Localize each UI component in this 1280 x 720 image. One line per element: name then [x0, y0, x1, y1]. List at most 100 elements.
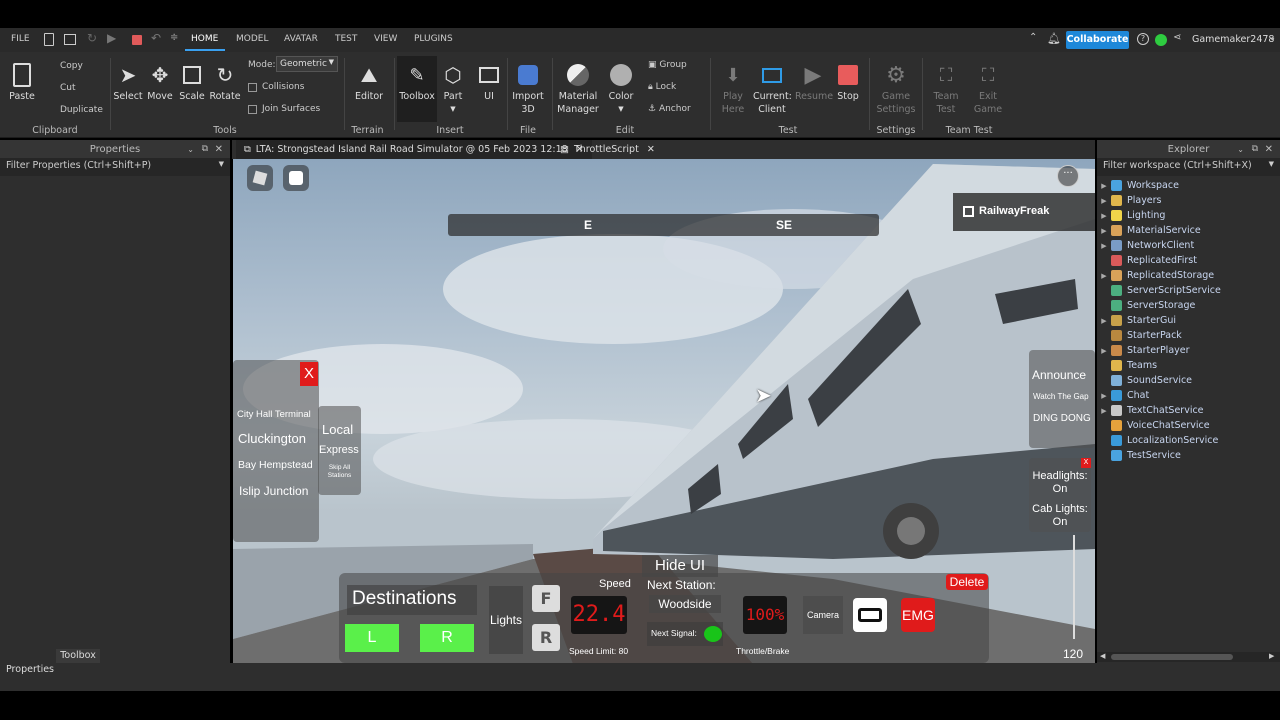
- select-button[interactable]: ➤ Select: [113, 60, 143, 103]
- cut-button[interactable]: Cut: [60, 83, 76, 93]
- tab-throttlescript[interactable]: ▤ ThrottleScript ✕: [552, 140, 663, 159]
- exit-game-button[interactable]: ⛶ Exit Game: [970, 60, 1006, 116]
- mode-dropdown[interactable]: Geometric ▼: [276, 56, 338, 72]
- undo-icon[interactable]: ↶: [151, 31, 161, 45]
- explorer-item-workspace[interactable]: ▶ Workspace: [1097, 178, 1280, 193]
- team-test-button[interactable]: ⛶ Team Test: [928, 60, 964, 116]
- close-icon[interactable]: ✕: [647, 144, 655, 155]
- import-3d-button[interactable]: Import 3D: [510, 60, 546, 116]
- properties-bottom-tab[interactable]: Properties: [6, 663, 54, 677]
- join-surfaces-checkbox[interactable]: [248, 105, 257, 114]
- terrain-editor-button[interactable]: ⛰ Editor: [350, 60, 388, 103]
- collapse-ribbon-icon[interactable]: ⌃: [1029, 32, 1037, 43]
- explorer-item-startergui[interactable]: ▶ StarterGui: [1097, 313, 1280, 328]
- expand-arrow-icon[interactable]: ▶: [1097, 242, 1111, 250]
- part-button[interactable]: ⬡ Part ▼: [440, 60, 466, 116]
- explorer-item-materialservice[interactable]: ▶ MaterialService: [1097, 223, 1280, 238]
- chevron-down-icon[interactable]: ▼: [219, 160, 224, 168]
- current-client-button[interactable]: Current: Client: [753, 60, 792, 116]
- expand-arrow-icon[interactable]: ▶: [1097, 347, 1111, 355]
- scroll-right-icon[interactable]: ▶: [1269, 652, 1274, 660]
- explorer-item-players[interactable]: ▶ Players: [1097, 193, 1280, 208]
- expand-arrow-icon[interactable]: ▶: [1097, 272, 1111, 280]
- collisions-checkbox[interactable]: [248, 83, 257, 92]
- headlights-toggle[interactable]: Headlights: On: [1029, 470, 1091, 496]
- destination-islip-junction[interactable]: Islip Junction: [239, 484, 308, 498]
- explorer-item-chat[interactable]: ▶ Chat: [1097, 388, 1280, 403]
- play-here-button[interactable]: ⬇ Play Here: [716, 60, 750, 116]
- explorer-item-teams[interactable]: Teams: [1097, 358, 1280, 373]
- explorer-item-localizationservice[interactable]: LocalizationService: [1097, 433, 1280, 448]
- destination-city-hall[interactable]: City Hall Terminal: [237, 409, 311, 420]
- explorer-item-networkclient[interactable]: ▶ NetworkClient: [1097, 238, 1280, 253]
- close-lights-button[interactable]: X: [1081, 458, 1091, 468]
- ding-dong-button[interactable]: DING DONG: [1033, 413, 1091, 424]
- tab-place[interactable]: ⧉ LTA: Strongstead Island Rail Road Simu…: [236, 140, 592, 159]
- express-button[interactable]: Express: [319, 444, 359, 456]
- explorer-item-lighting[interactable]: ▶ Lighting: [1097, 208, 1280, 223]
- close-icon[interactable]: ✕: [215, 144, 223, 155]
- stop-button[interactable]: Stop: [834, 60, 862, 103]
- destination-cluckington[interactable]: Cluckington: [238, 431, 306, 446]
- tab-home[interactable]: HOME: [191, 34, 218, 44]
- undock-icon[interactable]: ⧉: [202, 144, 208, 154]
- account-dropdown-icon[interactable]: ⌄: [1268, 32, 1276, 43]
- explorer-item-textchatservice[interactable]: ▶ TextChatService: [1097, 403, 1280, 418]
- resume-button[interactable]: ▶ Resume: [795, 60, 833, 103]
- more-icon[interactable]: ≑: [170, 32, 178, 43]
- explorer-item-soundservice[interactable]: SoundService: [1097, 373, 1280, 388]
- rotate-button[interactable]: ↻ Rotate: [209, 60, 241, 103]
- notification-bell-icon[interactable]: 🔔︎: [1047, 32, 1061, 45]
- lights-button[interactable]: Lights: [489, 586, 523, 654]
- game-settings-button[interactable]: ⚙ Game Settings: [874, 60, 918, 116]
- toolbox-bottom-tab[interactable]: Toolbox: [56, 649, 100, 663]
- file-menu[interactable]: FILE: [11, 34, 30, 44]
- chevron-down-icon[interactable]: ⌄: [187, 145, 194, 154]
- undock-icon[interactable]: ⧉: [1252, 144, 1258, 154]
- new-file-icon[interactable]: [44, 33, 54, 46]
- scroll-left-icon[interactable]: ◀: [1100, 652, 1105, 660]
- collaborate-button[interactable]: Collaborate: [1066, 31, 1129, 49]
- destination-bay-hempstead[interactable]: Bay Hempstead: [238, 459, 313, 471]
- group-button[interactable]: ▣ Group: [648, 60, 687, 70]
- watch-the-gap-button[interactable]: Watch The Gap: [1033, 392, 1089, 401]
- delete-button[interactable]: Delete: [946, 574, 988, 590]
- more-options-icon[interactable]: ···: [1057, 165, 1079, 187]
- player-badge[interactable]: RailwayFreak: [953, 193, 1095, 231]
- camera-button[interactable]: Camera: [803, 596, 843, 634]
- cab-lights-toggle[interactable]: Cab Lights: On: [1029, 503, 1091, 529]
- destinations-button[interactable]: Destinations: [347, 585, 477, 615]
- move-button[interactable]: ✥ Move: [145, 60, 175, 103]
- scale-button[interactable]: Scale: [177, 60, 207, 103]
- expand-arrow-icon[interactable]: ▶: [1097, 182, 1111, 190]
- paste-button[interactable]: Paste: [6, 60, 38, 103]
- scroll-thumb[interactable]: [1111, 654, 1233, 660]
- expand-arrow-icon[interactable]: ▶: [1097, 227, 1111, 235]
- toolbox-button[interactable]: ✎ Toolbox: [397, 56, 437, 122]
- roblox-menu-button[interactable]: [247, 165, 273, 191]
- close-icon[interactable]: ✕: [1265, 144, 1273, 155]
- explorer-item-starterplayer[interactable]: ▶ StarterPlayer: [1097, 343, 1280, 358]
- stop-icon[interactable]: [132, 35, 142, 45]
- local-button[interactable]: Local: [322, 422, 353, 437]
- right-doors-button[interactable]: R: [420, 624, 474, 652]
- emergency-brake-button[interactable]: EMG: [901, 598, 935, 632]
- skip-all-stations-button[interactable]: Skip All Stations: [318, 464, 361, 480]
- redo-icon[interactable]: ↻: [87, 31, 97, 45]
- explorer-horizontal-scrollbar[interactable]: ◀ ▶: [1097, 652, 1280, 662]
- explorer-item-replicatedstorage[interactable]: ▶ ReplicatedStorage: [1097, 268, 1280, 283]
- expand-arrow-icon[interactable]: ▶: [1097, 197, 1111, 205]
- tab-avatar[interactable]: AVATAR: [284, 34, 318, 44]
- tab-view[interactable]: VIEW: [374, 34, 397, 44]
- explorer-item-voicechatservice[interactable]: VoiceChatService: [1097, 418, 1280, 433]
- expand-arrow-icon[interactable]: ▶: [1097, 392, 1111, 400]
- properties-filter-input[interactable]: Filter Properties (Ctrl+Shift+P) ▼: [0, 158, 230, 176]
- username[interactable]: Gamemaker2478: [1192, 34, 1274, 45]
- copy-button[interactable]: Copy: [60, 61, 83, 71]
- material-manager-button[interactable]: Material Manager: [556, 60, 600, 116]
- explorer-filter-input[interactable]: Filter workspace (Ctrl+Shift+X) ▼: [1097, 158, 1280, 176]
- publish-icon[interactable]: [64, 34, 76, 45]
- duplicate-button[interactable]: Duplicate: [60, 105, 103, 115]
- reverse-button[interactable]: R: [532, 624, 560, 651]
- explorer-item-serverscriptservice[interactable]: ServerScriptService: [1097, 283, 1280, 298]
